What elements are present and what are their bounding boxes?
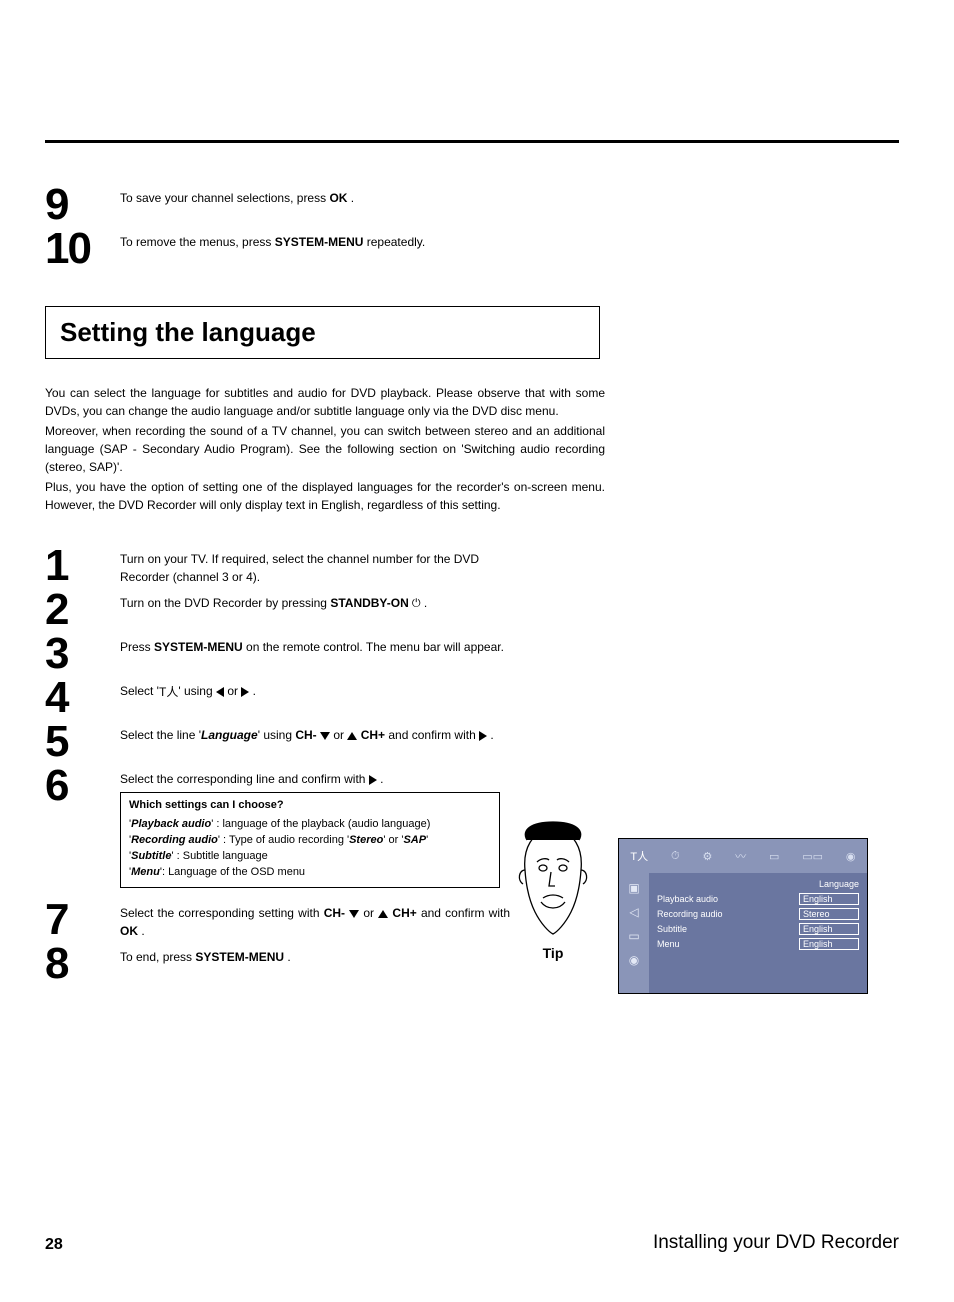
- osd-side-icon: ▭: [628, 929, 639, 943]
- step-number: 7: [45, 898, 120, 942]
- step-text: To remove the menus, press SYSTEM-MENU r…: [120, 227, 510, 251]
- tip-label: Tip: [508, 945, 598, 961]
- step-2: 2 Turn on the DVD Recorder by pressing S…: [45, 588, 899, 632]
- step-text: To save your channel selections, press O…: [120, 183, 510, 207]
- step-number: 2: [45, 588, 120, 632]
- step-number: 3: [45, 632, 120, 676]
- step-number: 8: [45, 942, 120, 986]
- step-text: Select the corresponding setting with CH…: [120, 898, 510, 940]
- osd-row: Recording audioStereo: [657, 908, 859, 920]
- down-arrow-icon: [320, 732, 330, 740]
- osd-sidebar: ▣ ◁ ▭ ◉: [619, 873, 649, 993]
- tip-line: 'Subtitle' : Subtitle language: [129, 849, 491, 865]
- intro-para-2: Moreover, when recording the sound of a …: [45, 422, 605, 476]
- tip-line: 'Menu': Language of the OSD menu: [129, 865, 491, 881]
- osd-menu-icon: ◉: [846, 850, 856, 863]
- osd-row: Playback audioEnglish: [657, 893, 859, 905]
- intro-para-1: You can select the language for subtitle…: [45, 384, 605, 420]
- up-arrow-icon: [378, 910, 388, 918]
- tip-line: 'Playback audio' : language of the playb…: [129, 817, 491, 833]
- osd-menu-icon: ▭▭: [802, 850, 823, 863]
- osd-menu-icon: 〰: [735, 848, 746, 864]
- top-rule: [45, 140, 899, 143]
- step-number: 1: [45, 544, 120, 588]
- step-text: Turn on your TV. If required, select the…: [120, 544, 510, 586]
- step-10: 10 To remove the menus, press SYSTEM-MEN…: [45, 227, 899, 271]
- tip-box: Which settings can I choose? 'Playback a…: [120, 792, 500, 888]
- tip-question: Which settings can I choose?: [129, 798, 491, 814]
- step-1: 1 Turn on your TV. If required, select t…: [45, 544, 899, 588]
- section-heading: Setting the language: [60, 317, 585, 348]
- osd-menu-icon: ▭: [769, 850, 779, 863]
- step-text: To end, press SYSTEM-MENU .: [120, 942, 510, 966]
- osd-menubar: T人 ⏱ ⚙ 〰 ▭ ▭▭ ◉: [619, 839, 867, 873]
- face-icon: [511, 820, 595, 940]
- tip-line: 'Recording audio' : Type of audio record…: [129, 833, 491, 849]
- up-arrow-icon: [347, 732, 357, 740]
- step-number: 4: [45, 676, 120, 720]
- tip-illustration: Tip: [508, 820, 598, 961]
- step-text: Select 'T人' using or .: [120, 676, 510, 701]
- osd-menu-icon: ⚙: [702, 850, 712, 863]
- down-arrow-icon: [349, 910, 359, 918]
- osd-side-icon: ▣: [628, 881, 639, 895]
- osd-menu-icon: ⏱: [671, 850, 680, 863]
- osd-heading: Language: [657, 879, 859, 889]
- step-text: Turn on the DVD Recorder by pressing STA…: [120, 588, 510, 612]
- step-text: Select the line 'Language' using CH- or …: [120, 720, 510, 744]
- section-heading-box: Setting the language: [45, 306, 600, 359]
- page-number: 28: [45, 1236, 63, 1254]
- power-icon: ⏻: [409, 598, 421, 610]
- person-icon: T人: [159, 685, 178, 699]
- step-3: 3 Press SYSTEM-MENU on the remote contro…: [45, 632, 899, 676]
- chapter-title: Installing your DVD Recorder: [653, 1232, 899, 1254]
- step-number: 9: [45, 183, 120, 227]
- step-text: Select the corresponding line and confir…: [120, 764, 510, 898]
- step-9: 9 To save your channel selections, press…: [45, 183, 899, 227]
- step-5: 5 Select the line 'Language' using CH- o…: [45, 720, 899, 764]
- osd-menu-icon: T人: [630, 848, 648, 864]
- left-arrow-icon: [216, 687, 224, 697]
- osd-main: Language Playback audioEnglish Recording…: [649, 873, 867, 993]
- osd-row: MenuEnglish: [657, 938, 859, 950]
- step-number: 5: [45, 720, 120, 764]
- step-number: 6: [45, 764, 120, 808]
- right-arrow-icon: [369, 775, 377, 785]
- intro-block: You can select the language for subtitle…: [45, 384, 899, 514]
- right-arrow-icon: [479, 731, 487, 741]
- osd-row: SubtitleEnglish: [657, 923, 859, 935]
- step-4: 4 Select 'T人' using or .: [45, 676, 899, 720]
- osd-side-icon: ◁: [629, 905, 638, 919]
- osd-screenshot: T人 ⏱ ⚙ 〰 ▭ ▭▭ ◉ ▣ ◁ ▭ ◉ Language Playbac…: [618, 838, 868, 994]
- step-text: Press SYSTEM-MENU on the remote control.…: [120, 632, 510, 656]
- intro-para-3: Plus, you have the option of setting one…: [45, 478, 605, 514]
- osd-side-icon: ◉: [629, 953, 639, 967]
- page-footer: 28 Installing your DVD Recorder: [45, 1232, 899, 1254]
- step-number: 10: [45, 227, 120, 271]
